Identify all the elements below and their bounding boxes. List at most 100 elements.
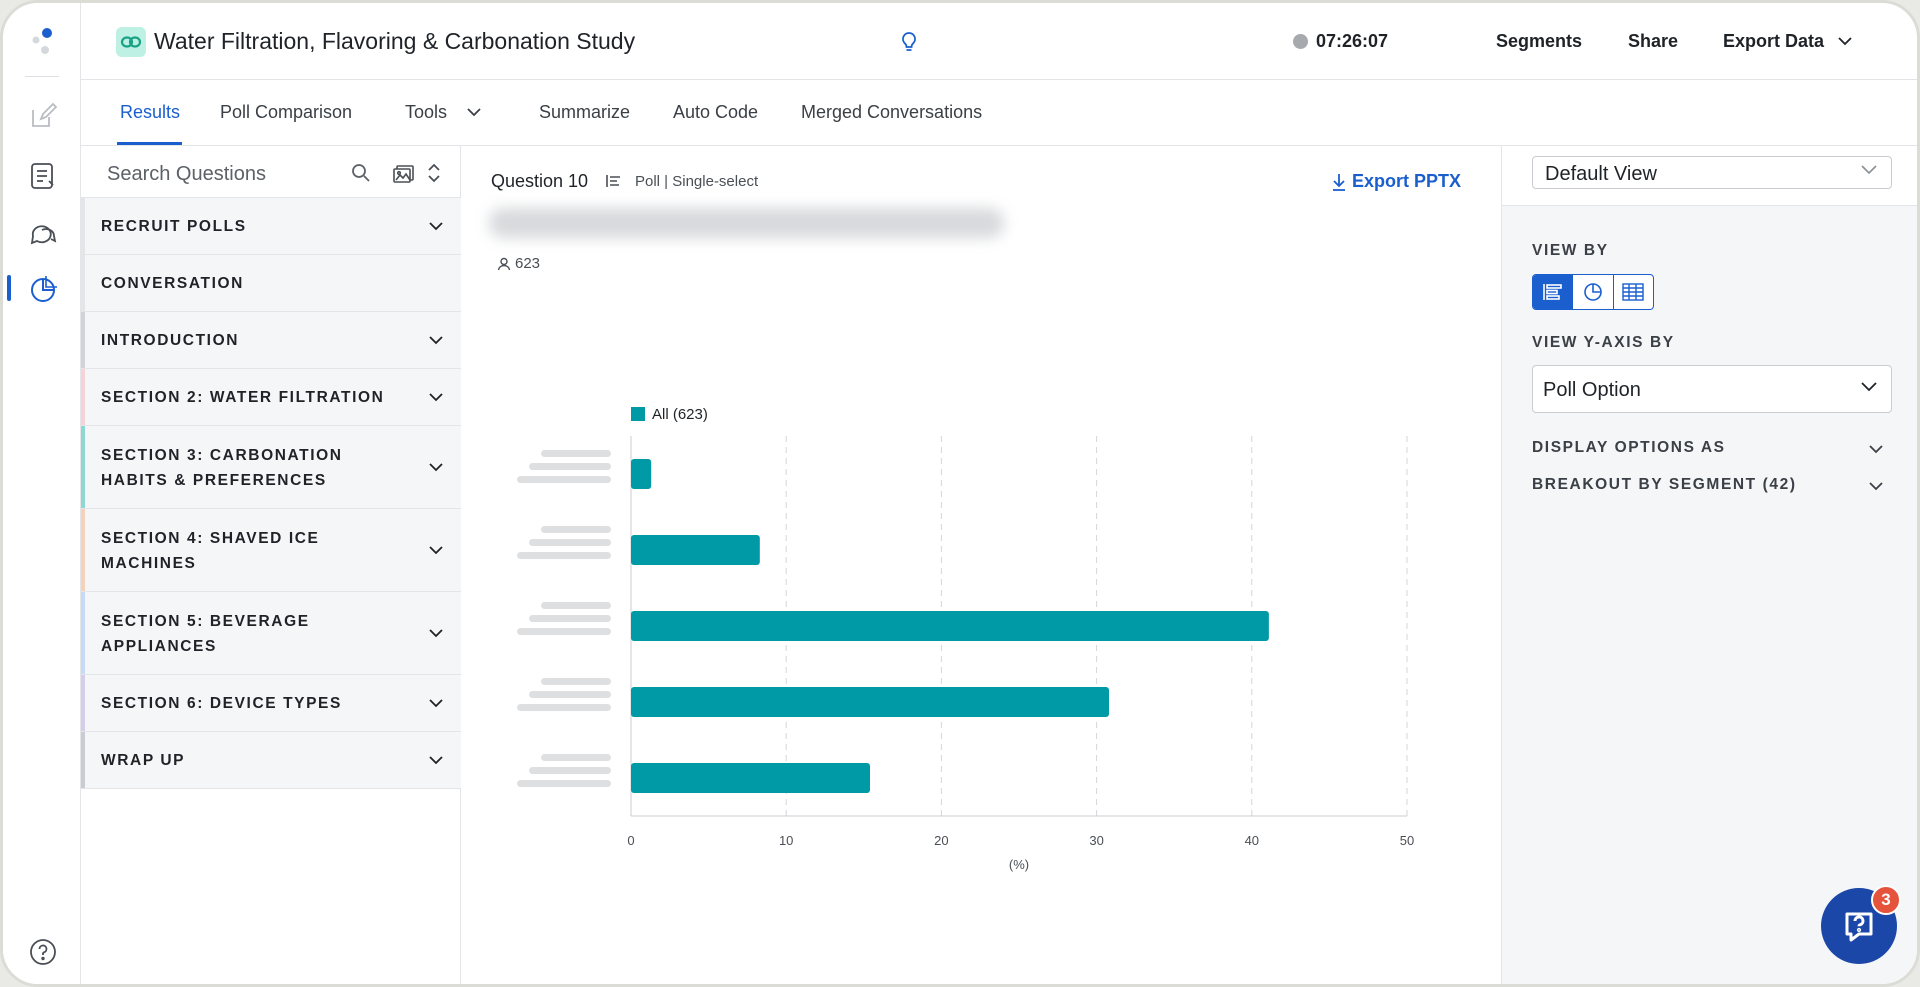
bar-chart-icon <box>1542 284 1562 300</box>
left-rail <box>3 3 81 984</box>
chevron-down-icon <box>1861 382 1877 392</box>
chevron-down-icon <box>429 336 443 345</box>
image-filter-icon[interactable] <box>393 163 415 183</box>
category-label-redacted <box>517 526 611 559</box>
section-label: RECRUIT POLLS <box>101 214 247 239</box>
tab-auto-code[interactable]: Auto Code <box>673 102 758 123</box>
breakout-by-segment-toggle[interactable]: BREAKOUT BY SEGMENT (42) <box>1532 476 1797 494</box>
view-pie-button[interactable] <box>1573 275 1614 309</box>
section-label: INTRODUCTION <box>101 328 239 353</box>
chevron-down-icon <box>429 699 443 708</box>
x-tick-label: 40 <box>1245 833 1259 848</box>
pie-chart-icon <box>1584 283 1602 301</box>
x-tick-label: 0 <box>627 833 634 848</box>
segments-button[interactable]: Segments <box>1496 31 1582 52</box>
section-accent-bar <box>81 198 85 254</box>
section-label-line: SECTION 6: DEVICE TYPES <box>101 695 342 712</box>
chevron-down-icon <box>429 463 443 472</box>
sort-toggle-icon[interactable] <box>427 162 441 184</box>
respondent-count-value: 623 <box>515 255 541 272</box>
session-timer: 07:26:07 <box>1293 31 1388 52</box>
redacted-text-line <box>517 704 611 711</box>
help-icon[interactable] <box>29 938 57 971</box>
category-label-redacted <box>517 678 611 711</box>
view-table-button[interactable] <box>1614 275 1653 309</box>
bar <box>631 763 871 793</box>
section-label-line: RECRUIT POLLS <box>101 218 247 235</box>
question-section-item[interactable]: WRAP UP <box>81 732 461 789</box>
chevron-down-icon[interactable] <box>1869 482 1883 491</box>
chevron-down-icon <box>429 756 443 765</box>
display-options-toggle[interactable]: DISPLAY OPTIONS AS <box>1532 439 1726 457</box>
results-chart-icon[interactable] <box>28 274 58 304</box>
redacted-text-line <box>529 691 611 698</box>
export-pptx-button[interactable]: Export PPTX <box>1332 171 1461 192</box>
redacted-text-line <box>541 754 611 761</box>
question-section-item[interactable]: RECRUIT POLLS <box>81 198 461 255</box>
conversation-icon[interactable] <box>28 218 58 248</box>
bar <box>631 459 652 489</box>
tab-tools[interactable]: Tools <box>405 102 481 123</box>
redacted-text-line <box>517 552 611 559</box>
redacted-text-line <box>517 476 611 483</box>
search-input[interactable]: Search Questions <box>107 163 266 186</box>
tab-results[interactable]: Results <box>120 102 180 123</box>
document-list-icon[interactable] <box>28 161 58 191</box>
section-label-line: SECTION 4: SHAVED ICE <box>101 529 320 547</box>
x-tick-label: 10 <box>779 833 793 848</box>
chevron-down-icon <box>429 222 443 231</box>
question-section-item[interactable]: CONVERSATION <box>81 255 461 312</box>
edit-icon[interactable] <box>28 101 58 131</box>
question-section-item[interactable]: INTRODUCTION <box>81 312 461 369</box>
question-section-item[interactable]: SECTION 5: BEVERAGE APPLIANCES <box>81 592 461 675</box>
question-sidebar: Search Questions RECRUIT POLLS CONVERSATI… <box>81 146 461 984</box>
tab-merged-conversations[interactable]: Merged Conversations <box>801 102 982 123</box>
question-section-item[interactable]: SECTION 2: WATER FILTRATION <box>81 369 461 426</box>
top-header: Water Filtration, Flavoring & Carbonatio… <box>81 3 1917 80</box>
section-accent-bar <box>81 312 85 368</box>
category-label-redacted <box>517 602 611 635</box>
view-bar-button[interactable] <box>1533 275 1574 309</box>
default-view-select[interactable]: Default View <box>1532 156 1892 189</box>
section-label: SECTION 5: BEVERAGE APPLIANCES <box>101 609 310 659</box>
results-tabs: Results Poll Comparison Tools Summarize … <box>81 80 1917 146</box>
tab-summarize[interactable]: Summarize <box>539 102 630 123</box>
question-section-item[interactable]: SECTION 3: CARBONATION HABITS & PREFERENC… <box>81 426 461 509</box>
search-icon[interactable] <box>351 163 371 183</box>
bar <box>631 611 1269 641</box>
redacted-text-line <box>541 602 611 609</box>
section-accent-bar <box>81 675 85 731</box>
question-section-item[interactable]: SECTION 4: SHAVED ICE MACHINES <box>81 509 461 592</box>
table-icon <box>1622 283 1645 301</box>
section-label-line: WRAP UP <box>101 752 186 769</box>
redacted-text-line <box>541 450 611 457</box>
share-button[interactable]: Share <box>1628 31 1678 52</box>
user-icon <box>497 257 511 270</box>
bar <box>631 535 760 565</box>
redacted-text-line <box>529 767 611 774</box>
section-label: SECTION 2: WATER FILTRATION <box>101 385 384 410</box>
rail-active-indicator <box>7 275 11 301</box>
section-label-line: HABITS & PREFERENCES <box>101 471 327 489</box>
chevron-down-icon <box>467 108 481 117</box>
x-tick-label: 30 <box>1089 833 1103 848</box>
x-tick-label: 20 <box>934 833 948 848</box>
y-axis-select[interactable]: Poll Option <box>1532 365 1892 413</box>
chevron-down-icon[interactable] <box>1869 445 1883 454</box>
app-window: Water Filtration, Flavoring & Carbonatio… <box>0 0 1920 987</box>
lightbulb-icon[interactable] <box>900 31 918 58</box>
app-logo-icon[interactable] <box>27 25 57 59</box>
category-label-redacted <box>517 450 611 483</box>
tab-poll-comparison[interactable]: Poll Comparison <box>220 102 352 123</box>
active-tab-underline <box>117 142 182 145</box>
section-label-line: INTRODUCTION <box>101 332 240 349</box>
redacted-text-line <box>517 628 611 635</box>
section-label-line: SECTION 3: CARBONATION <box>101 446 343 464</box>
export-data-button[interactable]: Export Data <box>1723 31 1852 52</box>
rail-divider <box>25 76 59 77</box>
redacted-text-line <box>517 780 611 787</box>
redacted-text-line <box>529 463 611 470</box>
timer-status-dot <box>1293 34 1308 49</box>
study-link-icon <box>116 27 146 57</box>
question-section-item[interactable]: SECTION 6: DEVICE TYPES <box>81 675 461 732</box>
